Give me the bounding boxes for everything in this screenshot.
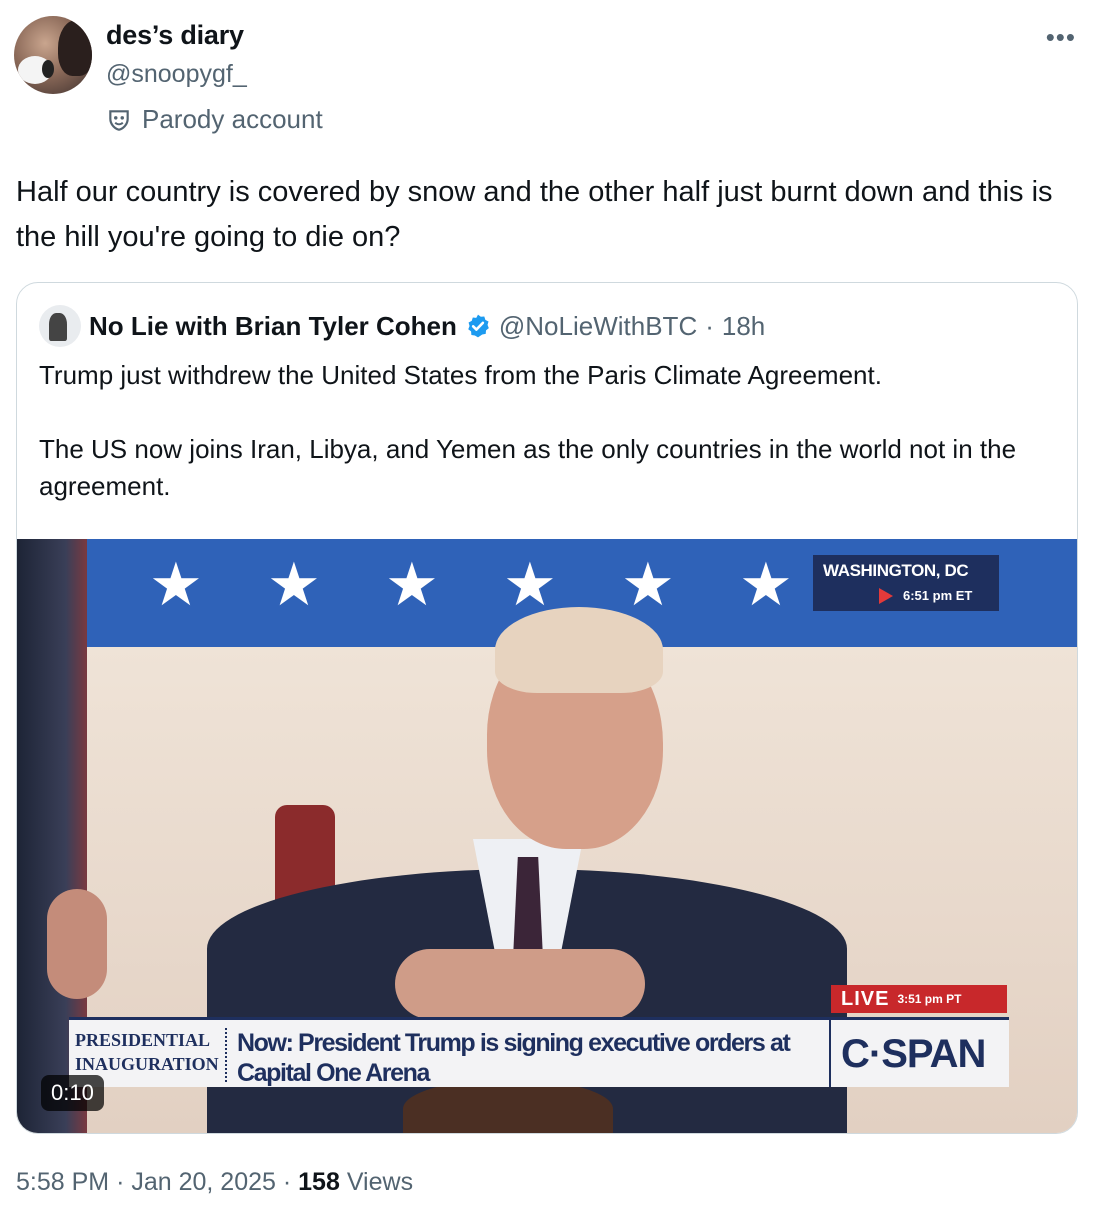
avatar-snoopy-ear — [42, 60, 54, 78]
tweet-time[interactable]: 5:58 PM — [16, 1168, 109, 1196]
tweet-meta: 5:58 PM · Jan 20, 2025 · 158 Views — [16, 1168, 413, 1197]
star-icon: ★ — [149, 551, 203, 618]
views-count: 158 — [298, 1168, 340, 1196]
quoted-tweet-time[interactable]: 18h — [722, 311, 765, 342]
quoted-paragraph: Trump just withdrew the United States fr… — [39, 360, 882, 390]
program-brand-bottom: INAUGURATION — [75, 1054, 219, 1074]
quoted-tweet-header: No Lie with Brian Tyler Cohen @NoLieWith… — [39, 305, 765, 347]
live-time: 3:51 pm PT — [897, 992, 962, 1006]
tweet-date[interactable]: Jan 20, 2025 — [131, 1168, 276, 1196]
author-handle[interactable]: @snoopygf_ — [106, 60, 247, 89]
lower-third-divider — [225, 1028, 227, 1082]
hands — [395, 949, 645, 1019]
quoted-tweet-text: Trump just withdrew the United States fr… — [39, 357, 1059, 505]
video-player[interactable]: ★ ★ ★ ★ ★ ★ WASHINGTON, DC 6:51 pm ET LI… — [17, 539, 1077, 1133]
quoted-tweet[interactable]: No Lie with Brian Tyler Cohen @NoLieWith… — [16, 282, 1078, 1134]
header-separator: · — [705, 310, 714, 341]
network-logo: C·SPAN — [829, 1017, 1009, 1087]
location-time: 6:51 pm ET — [903, 588, 973, 603]
tweet-text: Half our country is covered by snow and … — [16, 176, 1053, 253]
meta-separator: · — [116, 1168, 125, 1196]
parody-label: Parody account — [106, 104, 323, 135]
lower-third: PRESIDENTIAL INAUGURATION Now: President… — [69, 1017, 829, 1087]
bystander-hand — [47, 889, 107, 999]
live-label: LIVE — [841, 987, 890, 1010]
ellipsis-icon[interactable]: ••• — [1046, 22, 1076, 53]
quoted-author-handle[interactable]: @NoLieWithBTC — [499, 311, 697, 342]
video-duration-badge: 0:10 — [41, 1075, 104, 1111]
location-city: WASHINGTON, DC — [823, 561, 969, 580]
live-bug: LIVE 3:51 pm PT — [831, 985, 1007, 1013]
location-bug: WASHINGTON, DC 6:51 pm ET — [813, 555, 999, 611]
lower-third-caption: Now: President Trump is signing executiv… — [237, 1029, 791, 1087]
program-brand: PRESIDENTIAL INAUGURATION — [75, 1028, 221, 1076]
star-icon: ★ — [267, 551, 321, 618]
play-arrow-icon — [879, 588, 893, 604]
parody-label-text: Parody account — [142, 104, 323, 134]
quoted-author-avatar[interactable] — [39, 305, 81, 347]
views-label: Views — [346, 1168, 414, 1196]
star-icon: ★ — [621, 551, 675, 618]
verified-badge-icon — [468, 314, 489, 338]
author-avatar[interactable] — [14, 16, 92, 94]
hair — [495, 607, 663, 693]
parody-mask-icon — [109, 109, 129, 131]
program-brand-top: PRESIDENTIAL — [75, 1030, 211, 1050]
author-display-name[interactable]: des’s diary — [106, 20, 244, 51]
avatar-hair — [58, 20, 92, 76]
star-icon: ★ — [385, 551, 439, 618]
network-logo-text: C·SPAN — [841, 1032, 986, 1076]
quoted-paragraph: The US now joins Iran, Libya, and Yemen … — [39, 434, 1017, 501]
quoted-author-name[interactable]: No Lie with Brian Tyler Cohen — [89, 311, 457, 342]
star-icon: ★ — [739, 551, 793, 618]
meta-separator: · — [282, 1168, 292, 1196]
star-icon: ★ — [503, 551, 557, 618]
